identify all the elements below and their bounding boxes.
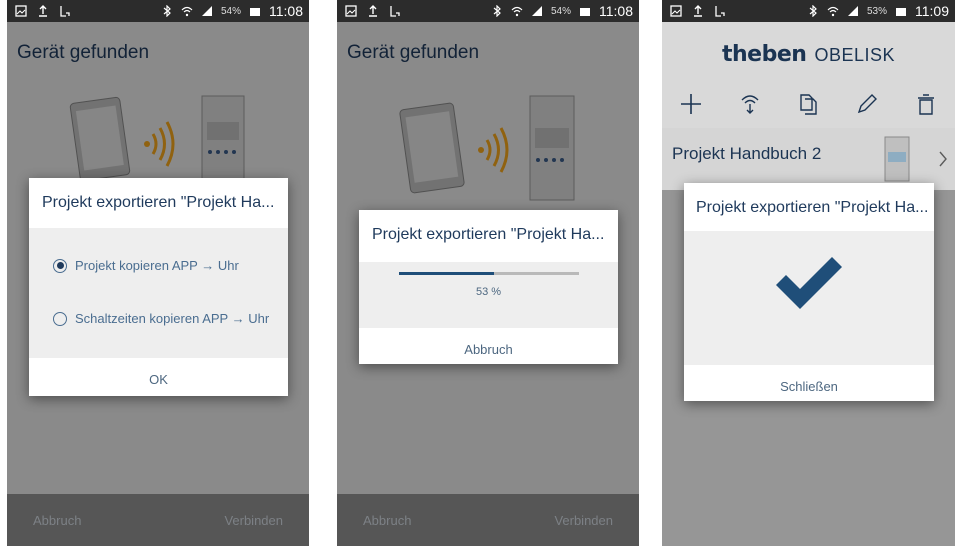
upload-notification-icon xyxy=(39,5,47,17)
option-copy-schedules[interactable]: Schaltzeiten kopieren APP → Uhr xyxy=(53,311,269,326)
signal-icon xyxy=(847,6,858,16)
battery-percent: 54% xyxy=(550,5,571,17)
image-notification-icon xyxy=(345,5,357,17)
status-time: 11:08 xyxy=(599,3,633,19)
status-time: 11:08 xyxy=(269,3,303,19)
signal-icon xyxy=(531,6,542,16)
checkmark-icon xyxy=(776,257,842,309)
export-dialog: Projekt exportieren "Projekt Ha... Proje… xyxy=(29,178,288,396)
device-notification-icon xyxy=(60,6,70,17)
status-bar: 54% 11:08 xyxy=(7,0,309,22)
battery-percent: 53% xyxy=(866,5,887,17)
cancel-export-button[interactable]: Abbruch xyxy=(359,328,618,357)
dialog-success-area xyxy=(684,231,934,365)
bluetooth-icon xyxy=(163,5,171,17)
close-button[interactable]: Schließen xyxy=(684,365,934,394)
battery-percent: 54% xyxy=(220,5,241,17)
wifi-icon xyxy=(511,6,523,17)
device-notification-icon xyxy=(715,6,725,17)
bluetooth-icon xyxy=(493,5,501,17)
dialog-options: Projekt kopieren APP → Uhr Schaltzeiten … xyxy=(29,228,288,358)
image-notification-icon xyxy=(15,5,27,17)
image-notification-icon xyxy=(670,5,682,17)
ok-button[interactable]: OK xyxy=(29,358,288,387)
radio-selected[interactable] xyxy=(53,258,67,273)
status-time: 11:09 xyxy=(915,3,949,19)
battery-icon xyxy=(250,8,260,16)
option-copy-project[interactable]: Projekt kopieren APP → Uhr xyxy=(53,258,239,273)
device-notification-icon xyxy=(390,6,400,17)
signal-icon xyxy=(201,6,212,16)
wifi-icon xyxy=(181,6,193,17)
dialog-progress-area: 53 % xyxy=(359,262,618,328)
phone-screen-3: 53% 11:09 theben OBELISK Projekt Handbuch… xyxy=(662,0,955,546)
modal-overlay-top xyxy=(662,22,955,190)
battery-icon xyxy=(896,8,906,16)
progress-fill xyxy=(399,272,495,275)
progress-percent: 53 % xyxy=(475,286,502,298)
upload-notification-icon xyxy=(369,5,377,17)
radio-unselected[interactable] xyxy=(53,311,67,326)
option-label: Projekt kopieren APP → Uhr xyxy=(75,258,239,273)
progress-bar xyxy=(399,272,579,275)
status-bar: 53% 11:09 xyxy=(662,0,955,22)
option-label: Schaltzeiten kopieren APP → Uhr xyxy=(75,311,270,326)
wifi-icon xyxy=(827,6,839,17)
export-success-dialog: Projekt exportieren "Projekt Ha... Schli… xyxy=(684,183,934,401)
dialog-title: Projekt exportieren "Projekt Ha... xyxy=(696,199,929,216)
dialog-title: Projekt exportieren "Projekt Ha... xyxy=(372,226,605,243)
battery-icon xyxy=(580,8,590,16)
upload-notification-icon xyxy=(694,5,702,17)
phone-screen-2: 54% 11:08 Gerät gefunden Abbruch Verbind… xyxy=(337,0,639,546)
bluetooth-icon xyxy=(809,5,817,17)
export-progress-dialog: Projekt exportieren "Projekt Ha... 53 % … xyxy=(359,210,618,364)
status-bar: 54% 11:08 xyxy=(337,0,639,22)
dialog-title: Projekt exportieren "Projekt Ha... xyxy=(42,194,275,211)
phone-screen-1: 54% 11:08 Gerät gefunden Abbruch Verbind… xyxy=(7,0,309,546)
